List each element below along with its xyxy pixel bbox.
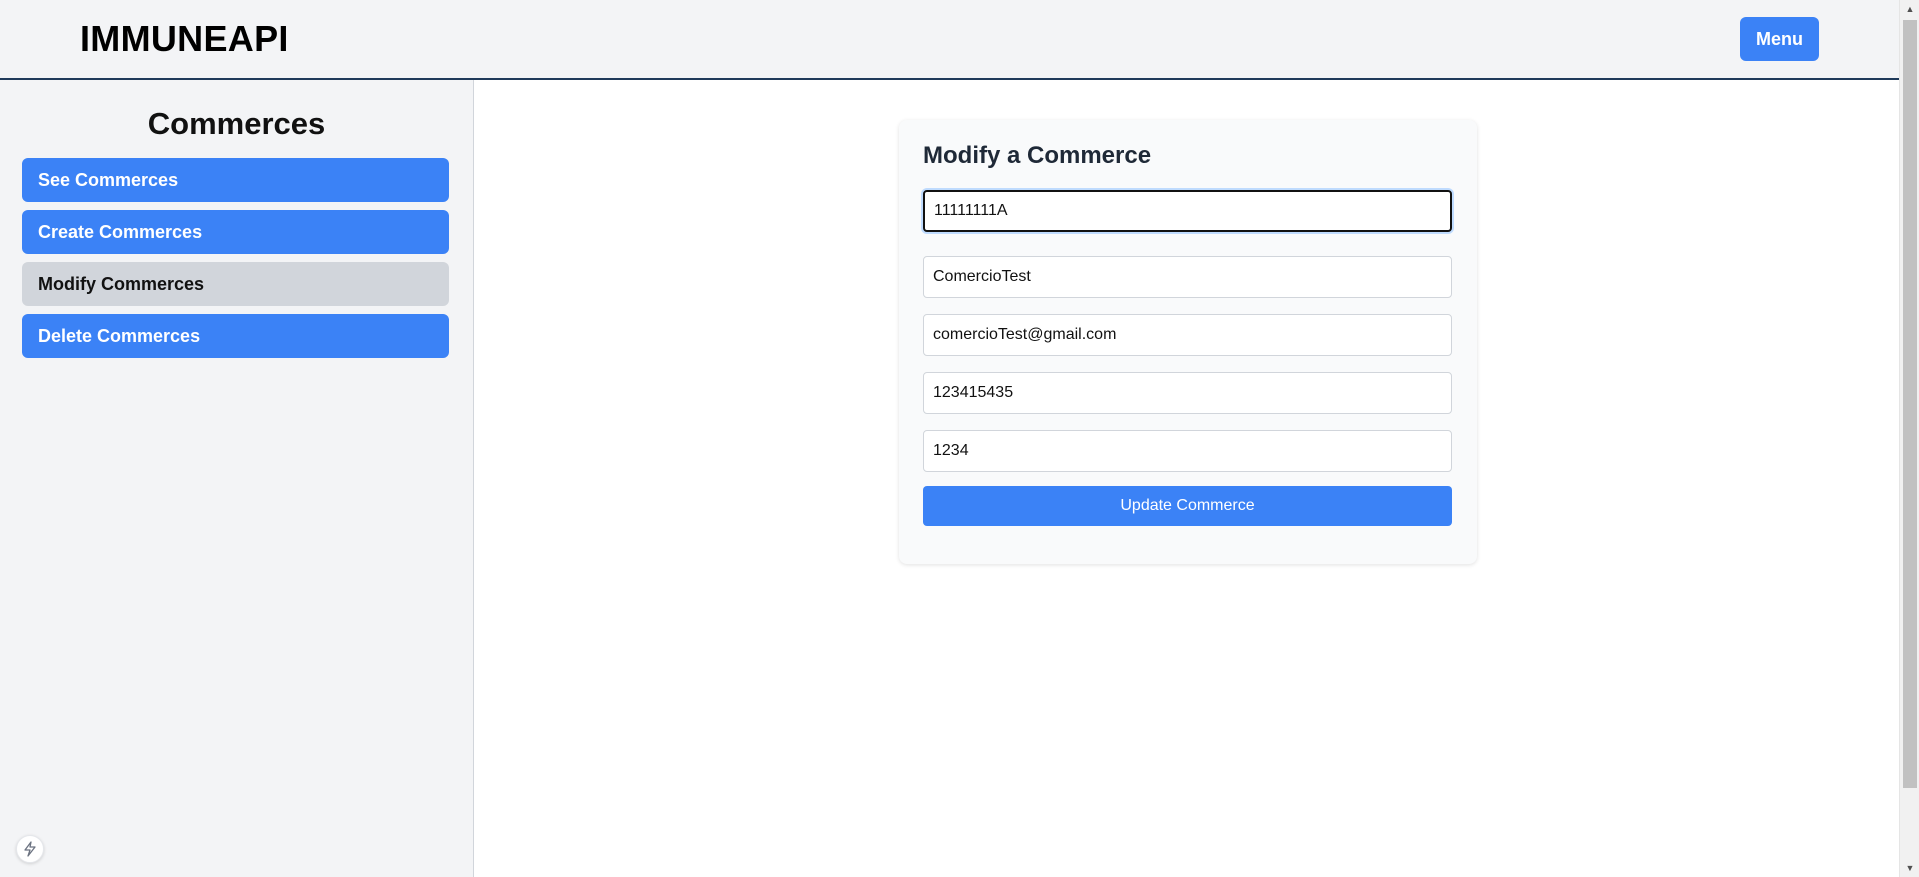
sidebar-item-modify-commerces[interactable]: Modify Commerces bbox=[22, 262, 449, 306]
main-content: Modify a Commerce Update Commerce bbox=[475, 80, 1899, 877]
update-commerce-button[interactable]: Update Commerce bbox=[923, 486, 1452, 526]
scroll-down-icon[interactable]: ▼ bbox=[1900, 859, 1919, 877]
scroll-up-icon[interactable]: ▲ bbox=[1900, 0, 1919, 18]
brand-logo[interactable]: IMMUNEAPI bbox=[80, 18, 289, 60]
sidebar-item-delete-commerces[interactable]: Delete Commerces bbox=[22, 314, 449, 358]
scroll-thumb[interactable] bbox=[1903, 20, 1917, 788]
email-input[interactable] bbox=[923, 314, 1452, 356]
vertical-scrollbar[interactable]: ▲ ▼ bbox=[1899, 0, 1919, 877]
top-header: IMMUNEAPI Menu bbox=[0, 0, 1899, 80]
lightning-bolt-icon[interactable] bbox=[16, 835, 44, 863]
name-input[interactable] bbox=[923, 256, 1452, 298]
form-title: Modify a Commerce bbox=[923, 142, 1152, 169]
phone-input[interactable] bbox=[923, 372, 1452, 414]
cif-input[interactable] bbox=[923, 190, 1452, 232]
modify-commerce-form: Modify a Commerce Update Commerce bbox=[899, 120, 1477, 564]
sidebar-title: Commerces bbox=[147, 106, 326, 141]
sidebar-item-see-commerces[interactable]: See Commerces bbox=[22, 158, 449, 202]
sidebar-item-create-commerces[interactable]: Create Commerces bbox=[22, 210, 449, 254]
sidebar: Commerces See Commerces Create Commerces… bbox=[0, 80, 474, 877]
menu-button[interactable]: Menu bbox=[1740, 17, 1819, 61]
app-page: IMMUNEAPI Menu Commerces See Commerces C… bbox=[0, 0, 1919, 877]
id-input[interactable] bbox=[923, 430, 1452, 472]
